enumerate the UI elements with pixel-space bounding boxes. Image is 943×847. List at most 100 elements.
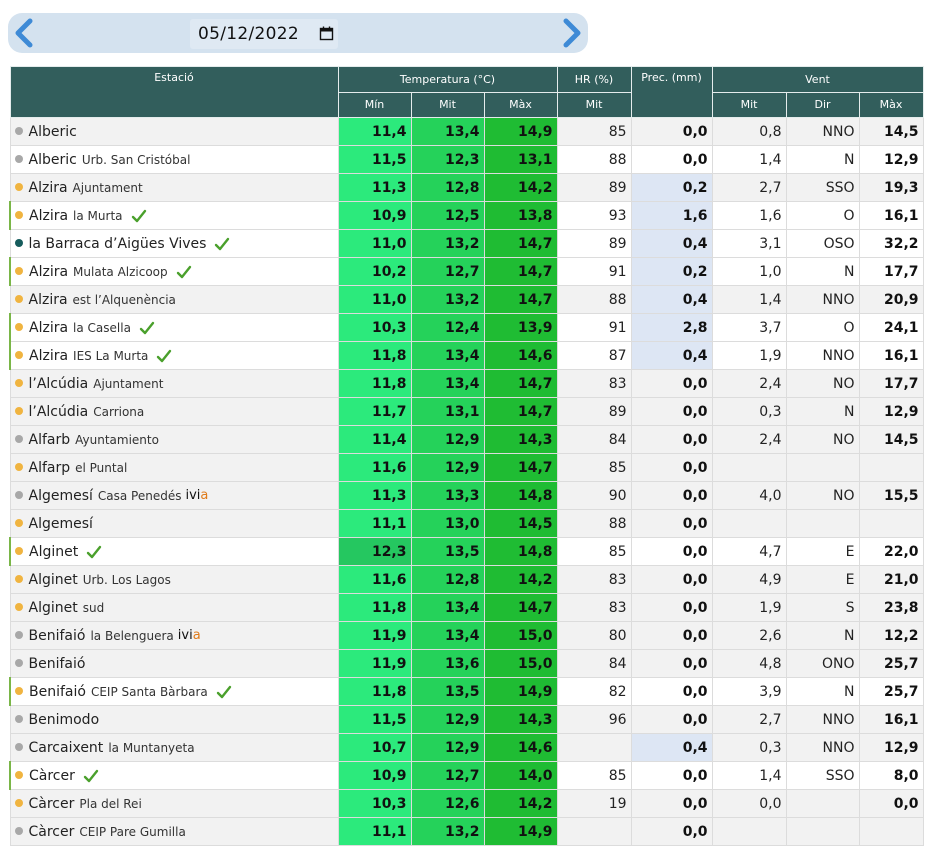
station-name[interactable]: Alberic — [29, 152, 77, 168]
table-row[interactable]: l’Alcúdia Ajuntament 11,8 13,4 14,7 83 0,0 2,4 N… — [9, 369, 924, 398]
header-prec[interactable]: Prec. (mm) — [630, 66, 713, 118]
station-cell[interactable]: Algemesí — [9, 509, 339, 538]
station-name[interactable]: Alginet — [29, 572, 78, 588]
table-row[interactable]: l’Alcúdia Carriona 11,7 13,1 14,7 89 0,0 0,3 N 12… — [9, 397, 924, 426]
station-name[interactable]: Alginet — [29, 544, 78, 560]
table-row[interactable]: Alberic 11,4 13,4 14,9 85 0,0 0,8 NNO 14,5 — [9, 117, 924, 146]
wind-mit-value: 4,7 — [711, 537, 787, 566]
station-cell[interactable]: Alberic — [9, 117, 339, 146]
chevron-right-icon[interactable] — [558, 17, 586, 49]
station-name[interactable]: l’Alcúdia — [29, 404, 89, 420]
table-row[interactable]: Alginet Urb. Los Lagos 11,6 12,8 14,2 83 0,0 4,… — [9, 565, 924, 594]
station-name[interactable]: Algemesí — [29, 488, 93, 504]
station-cell[interactable]: Algemesí Casa Penedés ivia — [9, 481, 339, 510]
station-cell[interactable]: Alzira Mulata Alzicoop — [9, 257, 339, 286]
table-row[interactable]: Algemesí Casa Penedés ivia 11,3 13,3 14,8 90 0,… — [9, 481, 924, 510]
wind-dir-value: N — [785, 621, 860, 650]
station-cell[interactable]: l’Alcúdia Ajuntament — [9, 369, 339, 398]
table-row[interactable]: Alzira est l’Alquenència 11,0 13,2 14,7 88 0,4… — [9, 285, 924, 314]
station-cell[interactable]: Alfarb Ayuntamiento — [9, 425, 339, 454]
table-row[interactable]: la Barraca d’Aigües Vives 11,0 13,2 14,7 89 0… — [9, 229, 924, 258]
station-name[interactable]: Alginet — [29, 600, 78, 616]
date-value: 05/12/2022 — [198, 24, 299, 44]
ivia-badge: ivia — [178, 628, 201, 643]
header-station[interactable]: Estació — [9, 66, 339, 118]
station-name[interactable]: Alzira — [29, 180, 68, 196]
temp-min-value: 11,8 — [337, 677, 412, 706]
station-cell[interactable]: Càrcer Pla del Rei — [9, 789, 339, 818]
station-name[interactable]: Benifaió — [29, 628, 86, 644]
station-name[interactable]: Carcaixent — [29, 740, 104, 756]
station-cell[interactable]: Alzira Ajuntament — [9, 173, 339, 202]
station-name[interactable]: Alfarb — [29, 432, 71, 448]
station-name[interactable]: Alzira — [29, 348, 68, 364]
station-cell[interactable]: Benifaió — [9, 649, 339, 678]
table-row[interactable]: Alzira la Casella 10,3 12,4 13,9 91 2,8 3,7 O 24,… — [9, 313, 924, 342]
chevron-left-icon[interactable] — [10, 17, 38, 49]
station-cell[interactable]: la Barraca d’Aigües Vives — [9, 229, 339, 258]
station-name[interactable]: Benimodo — [29, 712, 100, 728]
table-row[interactable]: Alfarp el Puntal 11,6 12,9 14,7 85 0,0 — [9, 453, 924, 482]
header-w-mit[interactable]: Mit — [711, 91, 787, 118]
station-name[interactable]: Càrcer — [29, 824, 75, 840]
station-cell[interactable]: l’Alcúdia Carriona — [9, 397, 339, 426]
header-w-dir[interactable]: Dir — [785, 91, 860, 118]
station-cell[interactable]: Alfarp el Puntal — [9, 453, 339, 482]
station-name[interactable]: Alzira — [29, 320, 68, 336]
station-name[interactable]: Alzira — [29, 264, 68, 280]
station-cell[interactable]: Benifaió CEIP Santa Bàrbara — [9, 677, 339, 706]
station-name[interactable]: la Barraca d’Aigües Vives — [29, 236, 207, 252]
table-row[interactable]: Benifaió 11,9 13,6 15,0 84 0,0 4,8 ONO 25,7 — [9, 649, 924, 678]
station-cell[interactable]: Alginet sud — [9, 593, 339, 622]
table-row[interactable]: Càrcer CEIP Pare Gumilla 11,1 13,2 14,9 0,0 — [9, 817, 924, 846]
station-cell[interactable]: Benimodo — [9, 705, 339, 734]
station-cell[interactable]: Alzira la Casella — [9, 313, 339, 342]
station-cell[interactable]: Alzira la Murta — [9, 201, 339, 230]
table-row[interactable]: Alginet 12,3 13,5 14,8 85 0,0 4,7 E 22,0 — [9, 537, 924, 566]
wind-mit-value: 2,4 — [711, 369, 787, 398]
table-row[interactable]: Alfarb Ayuntamiento 11,4 12,9 14,3 84 0,0 2,4 NO… — [9, 425, 924, 454]
table-row[interactable]: Alzira IES La Murta 11,8 13,4 14,6 87 0,4 1,9 NN… — [9, 341, 924, 370]
station-cell[interactable]: Alginet — [9, 537, 339, 566]
table-row[interactable]: Benifaió CEIP Santa Bàrbara 11,8 13,5 14,9 82… — [9, 677, 924, 706]
station-name[interactable]: Alzira — [29, 292, 68, 308]
calendar-icon[interactable] — [319, 26, 334, 41]
header-t-max[interactable]: Màx — [483, 91, 558, 118]
station-name[interactable]: l’Alcúdia — [29, 376, 89, 392]
status-dot-icon — [14, 602, 23, 611]
header-t-mit[interactable]: Mit — [410, 91, 485, 118]
table-row[interactable]: Alzira Ajuntament 11,3 12,8 14,2 89 0,2 2,7 SSO 1… — [9, 173, 924, 202]
station-name[interactable]: Algemesí — [29, 516, 93, 532]
station-cell[interactable]: Benifaió la Belenguera ivia — [9, 621, 339, 650]
station-cell[interactable]: Càrcer — [9, 761, 339, 790]
table-row[interactable]: Alzira Mulata Alzicoop 10,2 12,7 14,7 91 0,2 1,… — [9, 257, 924, 286]
station-cell[interactable]: Carcaixent la Muntanyeta — [9, 733, 339, 762]
header-t-min[interactable]: Mín — [337, 91, 412, 118]
table-row[interactable]: Alberic Urb. San Cristóbal 11,5 12,3 13,1 88 0… — [9, 145, 924, 174]
station-location: sud — [82, 600, 105, 615]
station-name[interactable]: Alberic — [29, 124, 77, 140]
station-cell[interactable]: Alginet Urb. Los Lagos — [9, 565, 339, 594]
station-name[interactable]: Càrcer — [29, 768, 75, 784]
table-row[interactable]: Càrcer Pla del Rei 10,3 12,6 14,2 19 0,0 0,0 0,0 — [9, 789, 924, 818]
table-row[interactable]: Algemesí 11,1 13,0 14,5 88 0,0 — [9, 509, 924, 538]
date-input[interactable]: 05/12/2022 — [190, 19, 338, 49]
table-row[interactable]: Alzira la Murta 10,9 12,5 13,8 93 1,6 1,6 O 16,1 — [9, 201, 924, 230]
station-cell[interactable]: Alzira est l’Alquenència — [9, 285, 339, 314]
table-row[interactable]: Càrcer 10,9 12,7 14,0 85 0,0 1,4 SSO 8,0 — [9, 761, 924, 790]
station-cell[interactable]: Càrcer CEIP Pare Gumilla — [9, 817, 339, 846]
station-name[interactable]: Càrcer — [29, 796, 75, 812]
station-name[interactable]: Alfarp — [29, 460, 71, 476]
wind-dir-value: E — [785, 537, 860, 566]
table-row[interactable]: Benimodo 11,5 12,9 14,3 96 0,0 2,7 NNO 16,1 — [9, 705, 924, 734]
station-name[interactable]: Alzira — [29, 208, 68, 224]
table-row[interactable]: Benifaió la Belenguera ivia 11,9 13,4 15,0 80 0… — [9, 621, 924, 650]
station-name[interactable]: Benifaió — [29, 684, 86, 700]
station-name[interactable]: Benifaió — [29, 656, 86, 672]
header-hr-mit[interactable]: Mit — [556, 91, 632, 118]
station-cell[interactable]: Alzira IES La Murta — [9, 341, 339, 370]
station-cell[interactable]: Alberic Urb. San Cristóbal — [9, 145, 339, 174]
table-row[interactable]: Alginet sud 11,8 13,4 14,7 83 0,0 1,9 S 23,8 — [9, 593, 924, 622]
header-w-max[interactable]: Màx — [858, 91, 924, 118]
table-row[interactable]: Carcaixent la Muntanyeta 10,7 12,9 14,6 0,4 0,… — [9, 733, 924, 762]
